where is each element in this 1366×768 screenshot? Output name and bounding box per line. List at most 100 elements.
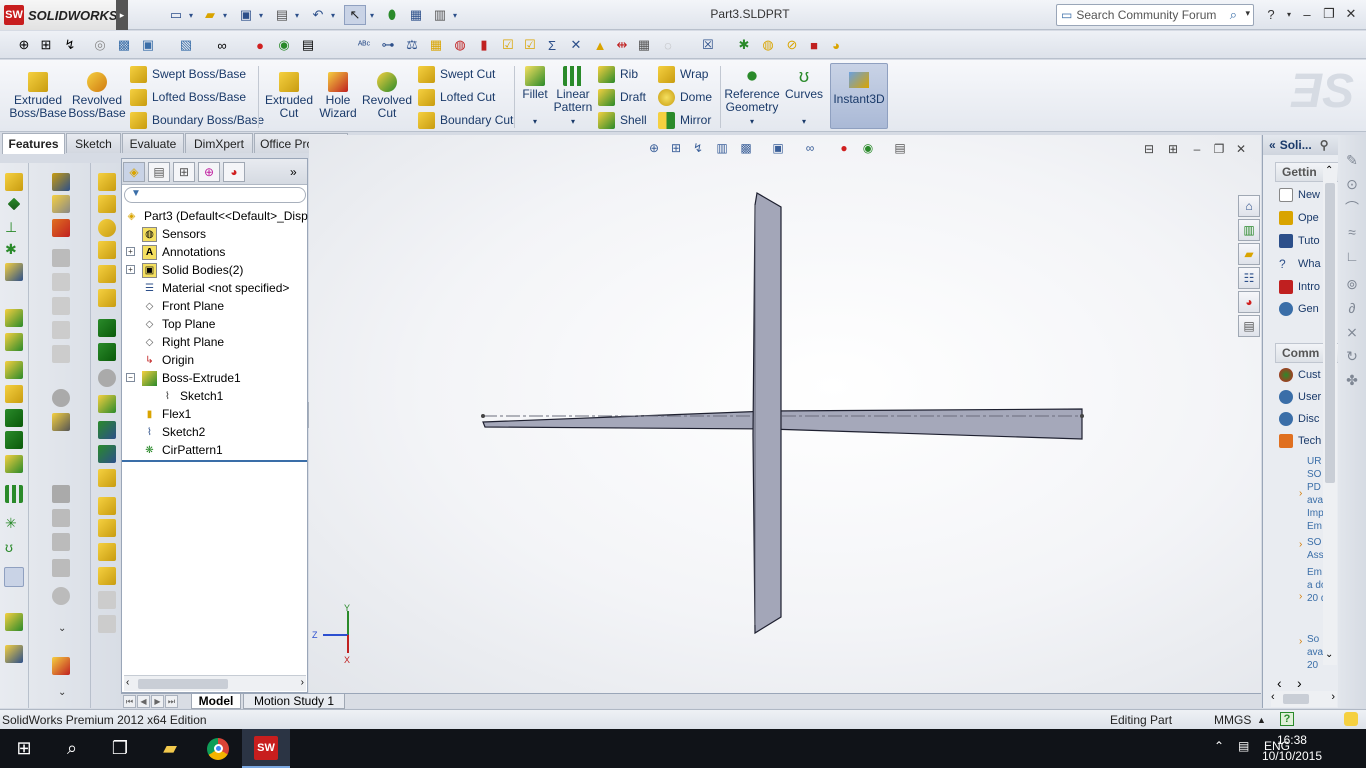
design-checker-icon[interactable]: ☒ — [698, 35, 718, 55]
print-dropdown-icon[interactable]: ▾ — [292, 5, 302, 25]
toolbox-icon[interactable]: ■ — [804, 35, 824, 55]
extrude-tool-icon[interactable] — [5, 309, 23, 327]
boundary-cut-button[interactable]: Boundary Cut — [418, 110, 513, 130]
library-tool-icon[interactable] — [5, 645, 23, 663]
tree-item-material[interactable]: ☰ Material <not specified> — [142, 279, 289, 297]
previous-view-icon[interactable]: ↯ — [60, 35, 80, 55]
reference-tool-icon[interactable]: ✳ — [5, 515, 23, 533]
hide-show-icon[interactable]: ▧ — [176, 35, 196, 55]
new-dropdown-icon[interactable]: ▾ — [186, 5, 196, 25]
unit-system-arrow-icon[interactable]: ▲ — [1257, 715, 1266, 725]
surface-untrim-icon[interactable] — [52, 559, 70, 577]
first-tab-icon[interactable]: ⏮ — [123, 695, 136, 708]
end-cap-icon[interactable] — [98, 241, 116, 259]
thickness-analysis-icon[interactable]: ⇹ — [612, 35, 632, 55]
curves-button[interactable]: ʊ Curves ▾ — [782, 66, 826, 128]
lofted-cut-button[interactable]: Lofted Cut — [418, 87, 495, 107]
chrome-taskbar-icon[interactable] — [194, 729, 242, 768]
search-scope-icon[interactable]: ▭ — [1061, 8, 1072, 22]
interlock-surface-icon[interactable] — [98, 615, 116, 633]
custom-properties-icon[interactable]: ▤ — [1238, 315, 1260, 337]
reference-geometry-dropdown-icon[interactable]: ▾ — [750, 115, 754, 128]
save-dropdown-icon[interactable]: ▾ — [256, 5, 266, 25]
surface-sweep-icon[interactable] — [52, 249, 70, 267]
sensor-icon[interactable]: ◍ — [450, 35, 470, 55]
fillet-button[interactable]: Fillet ▾ — [518, 66, 552, 128]
tree-item-cirpattern1[interactable]: ❋ CirPattern1 — [142, 441, 222, 459]
geometry-analysis-icon[interactable]: ☑ — [520, 35, 540, 55]
revolved-cut-button[interactable]: Revolved Cut — [360, 72, 414, 120]
swept-boss-button[interactable]: Swept Boss/Base — [130, 64, 246, 84]
design-library-icon[interactable]: ▥ — [1238, 219, 1260, 241]
structural-member-icon[interactable] — [98, 195, 116, 213]
print-icon[interactable]: ▤ — [272, 5, 292, 25]
line-tool-icon[interactable] — [7, 197, 21, 211]
file-explorer-icon[interactable]: ▰ — [1238, 243, 1260, 265]
tree-item-sketch2[interactable]: ⌇ Sketch2 — [142, 423, 205, 441]
linear-pattern-dropdown-icon[interactable]: ▾ — [571, 115, 575, 128]
tree-item-solid-bodies[interactable]: ▣ Solid Bodies(2) — [142, 261, 243, 279]
search-dropdown-icon[interactable]: ▾ — [1245, 8, 1250, 19]
tree-item-sensors[interactable]: ◍ Sensors — [142, 225, 206, 243]
select-dropdown-icon[interactable]: ▾ — [367, 5, 377, 25]
shut-off-surface-icon[interactable] — [98, 369, 116, 387]
appearance-icon[interactable]: ∞ — [212, 35, 232, 55]
mass-properties-icon[interactable]: ⚖ — [402, 35, 422, 55]
display-style-icon[interactable]: ▣ — [138, 35, 158, 55]
rebuild-icon[interactable]: ⬮ — [382, 5, 402, 25]
pattern-tool-icon[interactable] — [5, 485, 23, 503]
quick-tips-icon[interactable] — [1344, 712, 1358, 726]
new-document-icon[interactable]: ▭ — [166, 5, 186, 25]
options-icon[interactable]: ▥ — [430, 5, 450, 25]
fillet-tool-icon[interactable] — [5, 361, 23, 379]
scanto3d-icon[interactable]: ⊘ — [782, 35, 802, 55]
undercut-analysis-icon[interactable] — [98, 497, 116, 515]
prev-tab-icon[interactable]: ◀ — [137, 695, 150, 708]
deviation-analysis-icon[interactable]: ▲ — [590, 35, 610, 55]
vertical-blade[interactable] — [752, 192, 782, 635]
draft-button[interactable]: Draft — [598, 87, 646, 107]
import-diagnostics-icon[interactable]: ✕ — [566, 35, 586, 55]
search-icon[interactable]: ⌕ — [48, 729, 96, 768]
circuitworks-icon[interactable]: ◕ — [826, 35, 846, 55]
measure-icon[interactable]: ⊶ — [378, 35, 398, 55]
restore-icon[interactable]: ❐ — [1320, 5, 1338, 23]
surface-tool-icon[interactable] — [52, 173, 70, 191]
weldment-tool-icon[interactable] — [98, 173, 116, 191]
point-icon[interactable]: ✱ — [5, 241, 23, 259]
more-tools-chevron-icon[interactable]: ⌄ — [58, 687, 76, 705]
parting-surface-icon[interactable] — [98, 567, 116, 585]
tab-sketch[interactable]: Sketch — [66, 133, 121, 153]
dimxpert-manager-tab-icon[interactable]: ⊕ — [198, 162, 220, 182]
collapse-boss-extrude-icon[interactable]: − — [126, 373, 135, 382]
scroll-left-icon[interactable]: ‹ — [1271, 691, 1275, 703]
check-icon[interactable]: ☑ — [498, 35, 518, 55]
rollback-bar[interactable] — [122, 460, 307, 462]
photoview-icon[interactable]: ◍ — [758, 35, 778, 55]
spring-icon[interactable]: ⊙ — [1343, 175, 1361, 193]
wave-icon[interactable]: ≈ — [1343, 223, 1361, 241]
revolved-boss-button[interactable]: Revolved Boss/Base — [68, 72, 126, 120]
curve-icon[interactable]: ⌒ — [1343, 199, 1361, 217]
cut-tool-icon[interactable] — [5, 333, 23, 351]
close-icon[interactable]: ✕ — [1342, 5, 1360, 23]
select-arrow-icon[interactable]: ↖ — [344, 5, 366, 25]
open-folder-icon[interactable]: ▰ — [200, 5, 220, 25]
gusset-icon[interactable] — [98, 265, 116, 283]
surface-loft-icon[interactable] — [52, 273, 70, 291]
feature-tree-tab-icon[interactable]: ◈ — [123, 162, 145, 182]
forward-icon[interactable]: › — [1297, 675, 1302, 691]
view-settings-icon[interactable]: ▤ — [298, 35, 318, 55]
tree-item-sketch1[interactable]: ⌇ Sketch1 — [160, 387, 223, 405]
tab-model[interactable]: Model — [191, 694, 241, 709]
rib-tool-icon[interactable] — [5, 455, 23, 473]
tree-item-right-plane[interactable]: ◇ Right Plane — [142, 333, 224, 351]
next-tab-icon[interactable]: ▶ — [151, 695, 164, 708]
scroll-thumb[interactable] — [138, 679, 228, 689]
expand-annotations-icon[interactable]: + — [126, 247, 135, 256]
draft-analysis-icon[interactable] — [98, 469, 116, 487]
draft-tool-icon[interactable] — [5, 431, 23, 449]
corner-icon[interactable]: ∟ — [1343, 247, 1361, 265]
surface-knit-icon[interactable] — [52, 485, 70, 503]
unit-system-selector[interactable]: MMGS — [1214, 713, 1251, 727]
